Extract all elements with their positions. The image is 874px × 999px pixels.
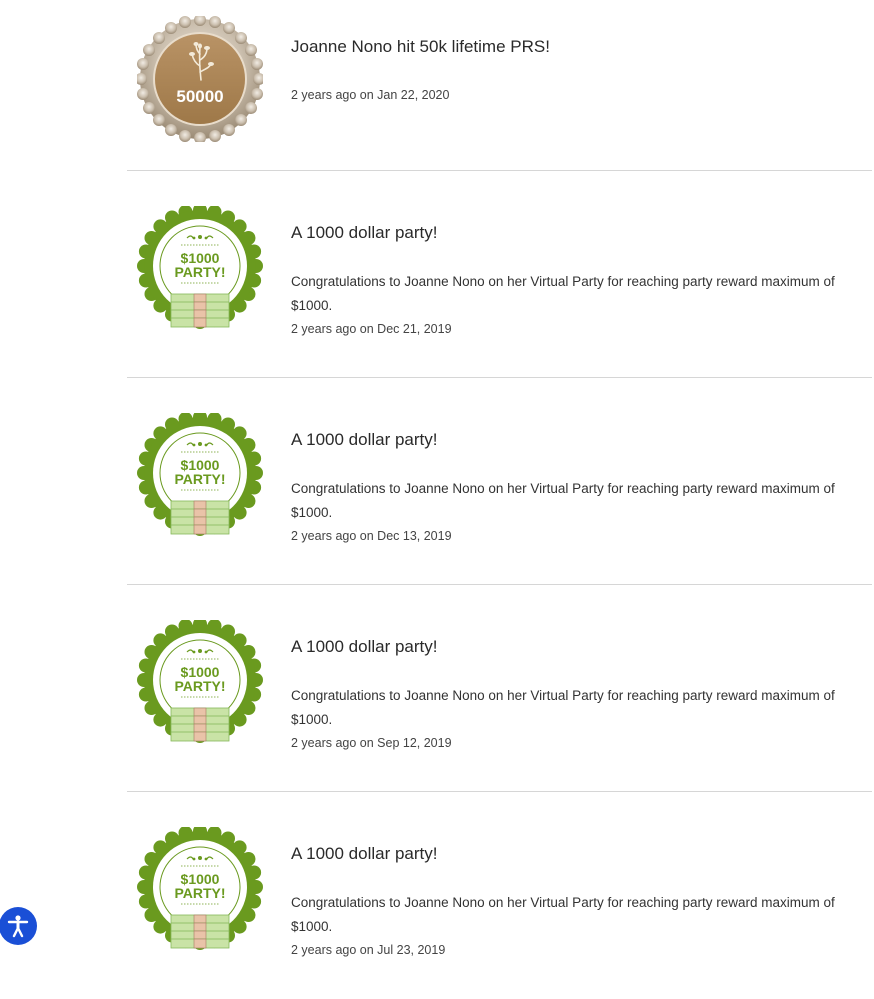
party-badge: $1000 PARTY! xyxy=(137,413,263,539)
entry-content: Joanne Nono hit 50k lifetime PRS! 2 year… xyxy=(291,36,872,105)
accessibility-person-icon xyxy=(7,915,29,938)
entry-title: A 1000 dollar party! xyxy=(291,430,438,449)
entry-title: A 1000 dollar party! xyxy=(291,637,438,656)
entry-description: Congratulations to Joanne Nono on her Vi… xyxy=(291,274,835,313)
entry-content: A 1000 dollar party! Congratulations to … xyxy=(291,429,872,546)
money-stack-icon xyxy=(170,500,230,535)
milestone-badge-50000: 50000 xyxy=(137,16,263,142)
party-badge: $1000 PARTY! xyxy=(137,827,263,953)
svg-text:PARTY!: PARTY! xyxy=(174,678,225,694)
entry-content: A 1000 dollar party! Congratulations to … xyxy=(291,843,872,960)
feed-entry: $1000 PARTY! A 1000 dollar party! Congra… xyxy=(127,792,872,999)
entry-date: 2 years ago on Jul 23, 2019 xyxy=(291,943,446,957)
svg-text:PARTY!: PARTY! xyxy=(174,264,225,280)
entry-content: A 1000 dollar party! Congratulations to … xyxy=(291,222,872,339)
entry-title: A 1000 dollar party! xyxy=(291,223,438,242)
entry-date: 2 years ago on Dec 13, 2019 xyxy=(291,529,452,543)
money-stack-icon xyxy=(170,293,230,328)
entry-description: Congratulations to Joanne Nono on her Vi… xyxy=(291,688,835,727)
feed-entry: $1000 PARTY! A 1000 dollar party! Congra… xyxy=(127,585,872,792)
svg-text:50000: 50000 xyxy=(176,87,223,106)
money-stack-icon xyxy=(170,914,230,949)
entry-date: 2 years ago on Dec 21, 2019 xyxy=(291,322,452,336)
entry-description: Congratulations to Joanne Nono on her Vi… xyxy=(291,481,835,520)
entry-title: Joanne Nono hit 50k lifetime PRS! xyxy=(291,37,550,56)
party-badge: $1000 PARTY! xyxy=(137,206,263,332)
party-badge: $1000 PARTY! xyxy=(137,620,263,746)
feed-entry: $1000 PARTY! A 1000 dollar party! Congra… xyxy=(127,378,872,585)
entry-description: Congratulations to Joanne Nono on her Vi… xyxy=(291,895,835,934)
entry-title: A 1000 dollar party! xyxy=(291,844,438,863)
activity-feed: 50000 Joanne Nono hit 50k lifetime PRS! … xyxy=(127,0,872,999)
feed-entry: $1000 PARTY! A 1000 dollar party! Congra… xyxy=(127,171,872,378)
svg-text:PARTY!: PARTY! xyxy=(174,471,225,487)
money-stack-icon xyxy=(170,707,230,742)
entry-content: A 1000 dollar party! Congratulations to … xyxy=(291,636,872,753)
feed-entry: 50000 Joanne Nono hit 50k lifetime PRS! … xyxy=(127,0,872,171)
entry-date: 2 years ago on Sep 12, 2019 xyxy=(291,736,452,750)
entry-date: 2 years ago on Jan 22, 2020 xyxy=(291,88,450,102)
accessibility-button[interactable] xyxy=(0,907,37,945)
svg-text:PARTY!: PARTY! xyxy=(174,885,225,901)
